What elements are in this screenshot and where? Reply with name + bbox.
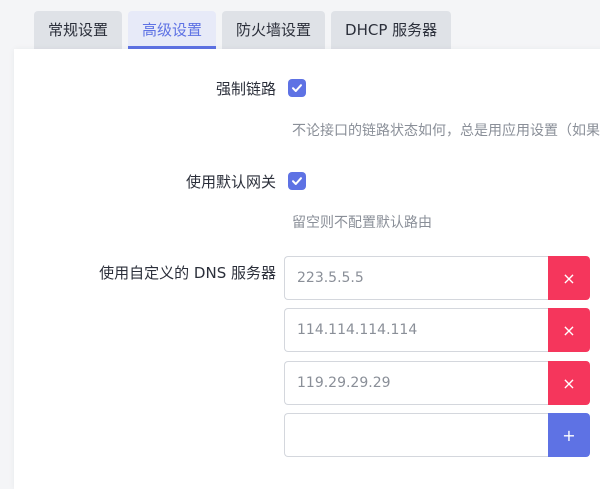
- remove-dns-button[interactable]: ×: [548, 308, 590, 352]
- dns-server-row: ×: [284, 308, 590, 352]
- dns-server-input[interactable]: [284, 308, 548, 352]
- new-dns-row: +: [284, 413, 590, 457]
- force-link-label: 强制链路: [215, 80, 276, 98]
- dns-server-row: ×: [284, 256, 590, 300]
- tab-dhcp-server[interactable]: DHCP 服务器: [331, 11, 452, 49]
- dns-server-input[interactable]: [284, 361, 548, 405]
- tab-advanced[interactable]: 高级设置: [128, 11, 217, 49]
- dns-server-input[interactable]: [284, 256, 548, 300]
- add-dns-button[interactable]: +: [548, 413, 590, 457]
- tab-firewall[interactable]: 防火墙设置: [222, 11, 326, 49]
- tab-general[interactable]: 常规设置: [34, 11, 123, 49]
- checkmark-icon: [292, 84, 302, 92]
- custom-dns-label: 使用自定义的 DNS 服务器: [99, 264, 276, 282]
- default-gateway-label: 使用默认网关: [185, 173, 276, 191]
- force-link-description: 不论接口的链路状态如何，总是用应用设置（如果不: [292, 123, 600, 139]
- default-gateway-description: 留空则不配置默认路由: [292, 215, 432, 231]
- remove-dns-button[interactable]: ×: [548, 361, 590, 405]
- remove-dns-button[interactable]: ×: [548, 256, 590, 300]
- new-dns-input[interactable]: [284, 413, 548, 457]
- force-link-checkbox[interactable]: [288, 79, 306, 97]
- checkmark-icon: [292, 177, 302, 185]
- default-gateway-checkbox[interactable]: [288, 172, 306, 190]
- dns-server-row: ×: [284, 361, 590, 405]
- tab-bar: 常规设置 高级设置 防火墙设置 DHCP 服务器: [34, 11, 452, 49]
